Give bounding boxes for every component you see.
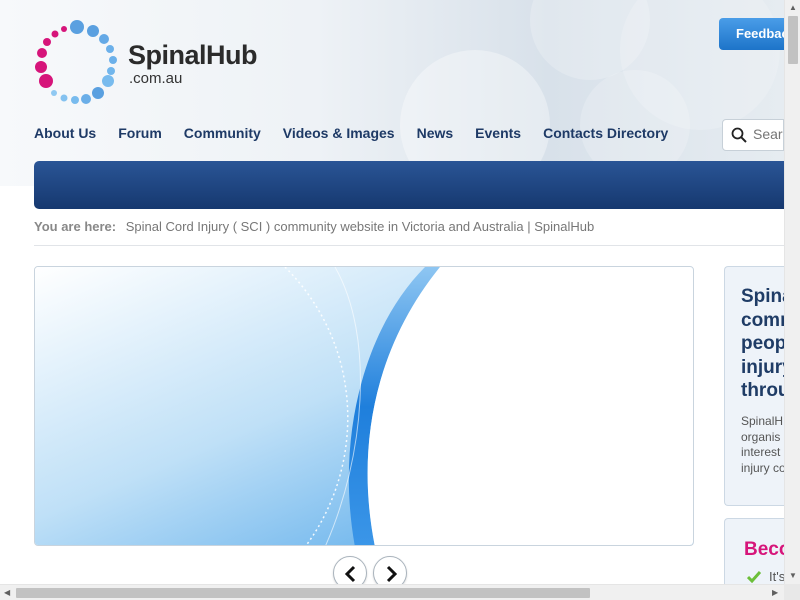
- banner-bar: [34, 161, 784, 209]
- hero-slide-graphic: [35, 267, 693, 545]
- logo-dots-icon: [35, 20, 117, 104]
- vertical-scroll-thumb[interactable]: [788, 16, 798, 64]
- logo-title: SpinalHub: [128, 40, 258, 70]
- intro-title-line: Spina: [741, 286, 784, 307]
- chevron-right-icon: [386, 565, 398, 583]
- breadcrumb-label: You are here:: [34, 219, 117, 234]
- divider: [34, 245, 784, 246]
- intro-panel-body: SpinalH organis interest injury co: [741, 414, 784, 476]
- intro-title-line: throu: [741, 380, 784, 401]
- become-member-item-text: It's: [769, 569, 784, 584]
- search-box[interactable]: [722, 119, 784, 151]
- vertical-scrollbar[interactable]: ▲ ▼: [784, 0, 800, 584]
- become-member-title: Beco: [744, 539, 784, 560]
- become-member-item: It's: [746, 569, 784, 584]
- nav-item-news[interactable]: News: [417, 125, 454, 141]
- site-logo[interactable]: SpinalHub .com.au: [32, 18, 282, 108]
- become-member-panel: Beco It's: [724, 518, 784, 588]
- scroll-right-icon[interactable]: ▶: [772, 589, 778, 597]
- main-navigation: About Us Forum Community Videos & Images…: [34, 125, 690, 141]
- logo-subtitle: .com.au: [129, 70, 183, 87]
- nav-item-videos-images[interactable]: Videos & Images: [283, 125, 395, 141]
- scrollbar-corner: [784, 584, 800, 600]
- check-icon: [746, 571, 762, 584]
- intro-body-line: organis: [741, 429, 781, 444]
- intro-panel: Spina comm peop injury throu SpinalH org…: [724, 266, 784, 506]
- breadcrumb: You are here: Spinal Cord Injury ( SCI )…: [34, 219, 594, 234]
- intro-body-line: SpinalH: [741, 414, 784, 428]
- nav-item-about-us[interactable]: About Us: [34, 125, 96, 141]
- chevron-left-icon: [344, 565, 356, 583]
- search-icon: [731, 127, 747, 143]
- intro-title-line: injury: [741, 356, 784, 378]
- horizontal-scrollbar[interactable]: ◀ ▶: [0, 584, 784, 600]
- nav-item-events[interactable]: Events: [475, 125, 521, 141]
- nav-item-contacts-directory[interactable]: Contacts Directory: [543, 125, 668, 141]
- horizontal-scroll-thumb[interactable]: [16, 588, 590, 598]
- intro-panel-title: Spina comm peop injury throu: [741, 285, 784, 403]
- hero-slider[interactable]: [34, 266, 694, 546]
- scroll-up-icon[interactable]: ▲: [789, 4, 797, 12]
- intro-title-line: comm: [741, 309, 784, 331]
- scroll-down-icon[interactable]: ▼: [789, 572, 797, 580]
- search-input[interactable]: [753, 126, 783, 142]
- breadcrumb-current[interactable]: Spinal Cord Injury ( SCI ) community web…: [126, 219, 594, 234]
- nav-item-community[interactable]: Community: [184, 125, 261, 141]
- intro-body-line: interest: [741, 445, 781, 459]
- scroll-left-icon[interactable]: ◀: [4, 589, 10, 597]
- nav-item-forum[interactable]: Forum: [118, 125, 162, 141]
- intro-title-line: peop: [741, 333, 784, 354]
- intro-body-line: injury co: [741, 460, 784, 475]
